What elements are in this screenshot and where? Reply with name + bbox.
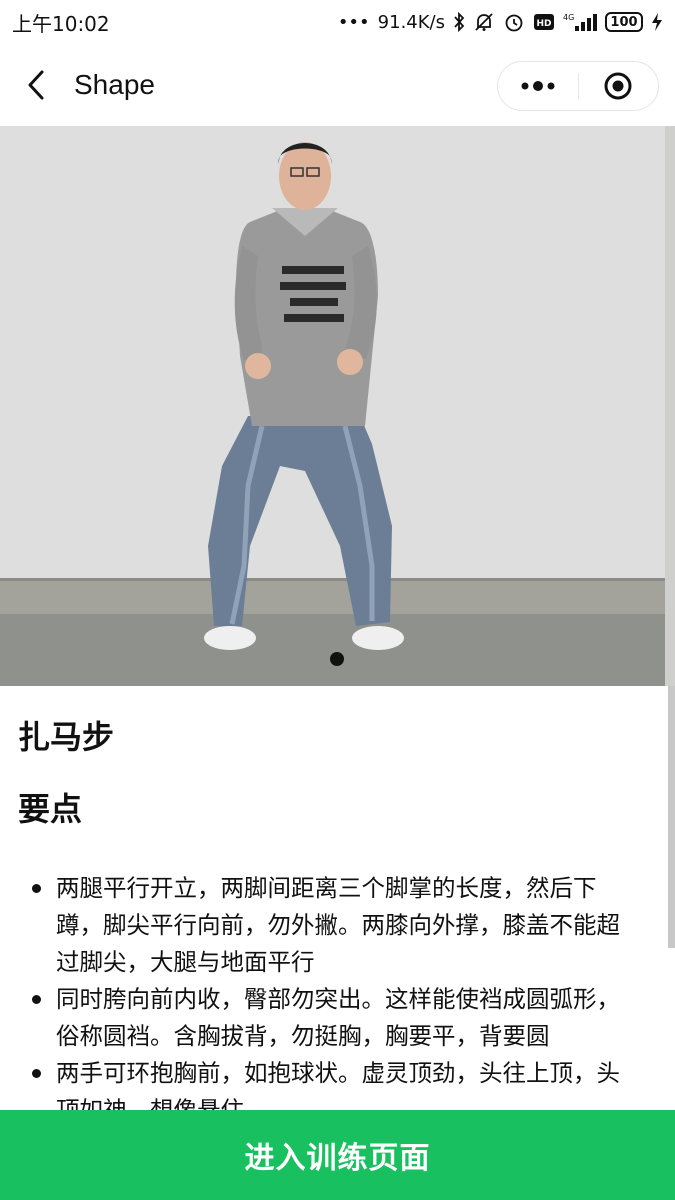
- pose-name: 扎马步: [18, 718, 115, 756]
- svg-text:HD: HD: [536, 19, 551, 29]
- list-item: 同时胯向前内收，臀部勿突出。这样能使裆成圆弧形，俗称圆裆。含胸拔背，勿挺胸，胸要…: [22, 981, 632, 1055]
- carousel-dot-active[interactable]: [330, 652, 344, 666]
- list-item: 两腿平行开立，两脚间距离三个脚掌的长度，然后下蹲，脚尖平行向前，勿外撇。两膝向外…: [22, 870, 632, 981]
- status-icons: ••• 91.4K/s HD 4G 100: [338, 11, 663, 33]
- key-points-list: 两腿平行开立，两脚间距离三个脚掌的长度，然后下蹲，脚尖平行向前，勿外撇。两膝向外…: [22, 870, 632, 1110]
- page-title: Shape: [74, 69, 155, 100]
- nav-bar: Shape: [0, 44, 675, 126]
- pose-photo: [0, 126, 675, 686]
- mini-program-capsule: [497, 61, 659, 111]
- bluetooth-icon: [453, 12, 465, 32]
- status-bar: 上午10:02 ••• 91.4K/s HD 4G 100: [0, 0, 675, 44]
- pose-image-carousel[interactable]: [0, 126, 675, 686]
- more-dots-icon: •••: [337, 11, 370, 33]
- section-title-key-points: 要点: [18, 790, 83, 828]
- target-close-icon: [604, 72, 632, 100]
- enter-training-button[interactable]: 进入训练页面: [0, 1110, 675, 1200]
- close-mini-program-button[interactable]: [579, 62, 659, 110]
- chevron-left-icon: [28, 70, 44, 100]
- mute-bell-icon: [473, 11, 495, 33]
- charging-icon: [651, 12, 663, 32]
- back-button[interactable]: [14, 63, 58, 107]
- alarm-clock-icon: [503, 11, 525, 33]
- network-speed: 91.4K/s: [377, 11, 445, 33]
- status-time: 上午10:02: [12, 11, 110, 36]
- hd-badge: HD: [533, 12, 555, 32]
- more-menu-button[interactable]: [498, 62, 578, 110]
- list-item: 两手可环抱胸前，如抱球状。虚灵顶劲，头往上顶，头顶如神，想像悬住: [22, 1055, 632, 1110]
- app-screen: 上午10:02 ••• 91.4K/s HD 4G 100 Shape 扎马步 …: [0, 0, 675, 1200]
- signal-icon: 4G: [563, 11, 597, 33]
- pose-details: 扎马步 要点 两腿平行开立，两脚间距离三个脚掌的长度，然后下蹲，脚尖平行向前，勿…: [0, 686, 668, 1110]
- svg-text:4G: 4G: [563, 13, 574, 22]
- more-dots-icon: [521, 81, 555, 91]
- battery-icon: 100: [605, 12, 643, 32]
- scrollbar[interactable]: [668, 686, 675, 948]
